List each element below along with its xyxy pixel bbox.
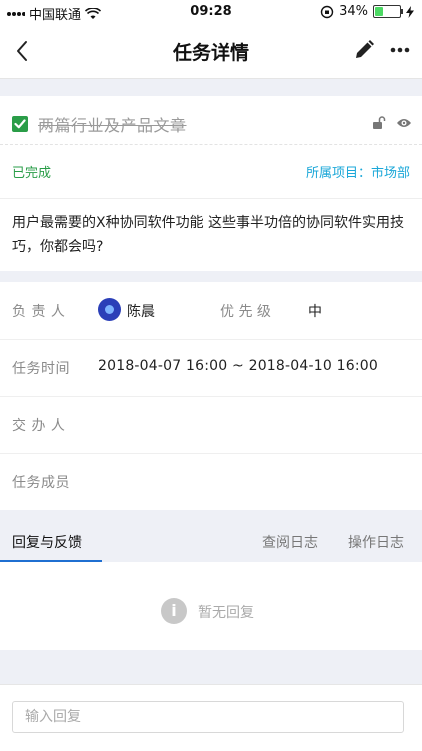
priority-value: 中 [308, 304, 322, 320]
edit-button[interactable] [352, 38, 376, 62]
pencil-icon [356, 40, 374, 58]
details-card: 负 责 人 陈晨 优 先 级 中 任务时间 2018-04-07 16:00 ~… [0, 282, 422, 510]
checkmark-icon [14, 119, 26, 129]
members-label: 任务成员 [12, 475, 70, 491]
task-description: 用户最需要的X种协同软件功能 这些事半功倍的协同软件实用技巧，你都会吗? [12, 215, 405, 255]
owner-name: 陈晨 [127, 304, 155, 320]
priority-label: 优 先 级 [220, 304, 271, 320]
tab-operation-log[interactable]: 操作日志 [348, 532, 404, 552]
charging-icon [406, 5, 414, 18]
more-dots-icon [390, 47, 410, 53]
assigner-row[interactable]: 交 办 人 [0, 396, 422, 454]
reply-input[interactable] [12, 701, 404, 733]
owner-row[interactable]: 负 责 人 陈晨 优 先 级 中 [0, 282, 422, 340]
empty-replies-text: 暂无回复 [198, 605, 254, 621]
task-header-card: 两篇行业及产品文章 已完成 所属项目：市场部 [0, 96, 422, 198]
battery-percent: 34% [339, 4, 368, 19]
reply-bar [0, 684, 422, 751]
owner-label: 负 责 人 [12, 304, 66, 320]
description-card: 用户最需要的X种协同软件功能 这些事半功倍的协同软件实用技巧，你都会吗? [0, 198, 422, 271]
tab-view-log[interactable]: 查阅日志 [262, 532, 318, 552]
time-label: 任务时间 [12, 361, 70, 377]
task-title-row: 两篇行业及产品文章 [0, 96, 422, 145]
feedback-tabs: 回复与反馈 查阅日志 操作日志 [0, 520, 422, 562]
status-right: 34% [320, 4, 414, 19]
time-value: 2018-04-07 16:00 ~ 2018-04-10 16:00 [98, 358, 378, 374]
unlock-icon[interactable] [372, 116, 386, 130]
replies-panel: i 暂无回复 [0, 562, 422, 650]
task-title: 两篇行业及产品文章 [38, 116, 187, 135]
battery-fill [375, 7, 383, 16]
info-icon: i [161, 598, 187, 624]
status-bar: 中国联通 09:28 34% [0, 0, 422, 24]
tab-replies[interactable]: 回复与反馈 [12, 532, 82, 552]
eye-icon[interactable] [396, 116, 412, 130]
nav-bar: 任务详情 [0, 24, 422, 79]
time-row[interactable]: 任务时间 2018-04-07 16:00 ~ 2018-04-10 16:00 [0, 339, 422, 397]
more-button[interactable] [388, 38, 412, 62]
battery-icon [373, 5, 403, 18]
project-name: 市场部 [370, 166, 410, 181]
assigner-label: 交 办 人 [12, 418, 66, 434]
project-link[interactable]: 所属项目：市场部 [306, 162, 410, 181]
completed-checkbox[interactable] [12, 116, 28, 132]
task-status: 已完成 [12, 166, 52, 181]
members-row[interactable]: 任务成员 [0, 453, 422, 510]
project-label: 所属项目： [305, 166, 371, 181]
avatar [98, 298, 121, 321]
rotation-lock-icon [320, 5, 334, 18]
